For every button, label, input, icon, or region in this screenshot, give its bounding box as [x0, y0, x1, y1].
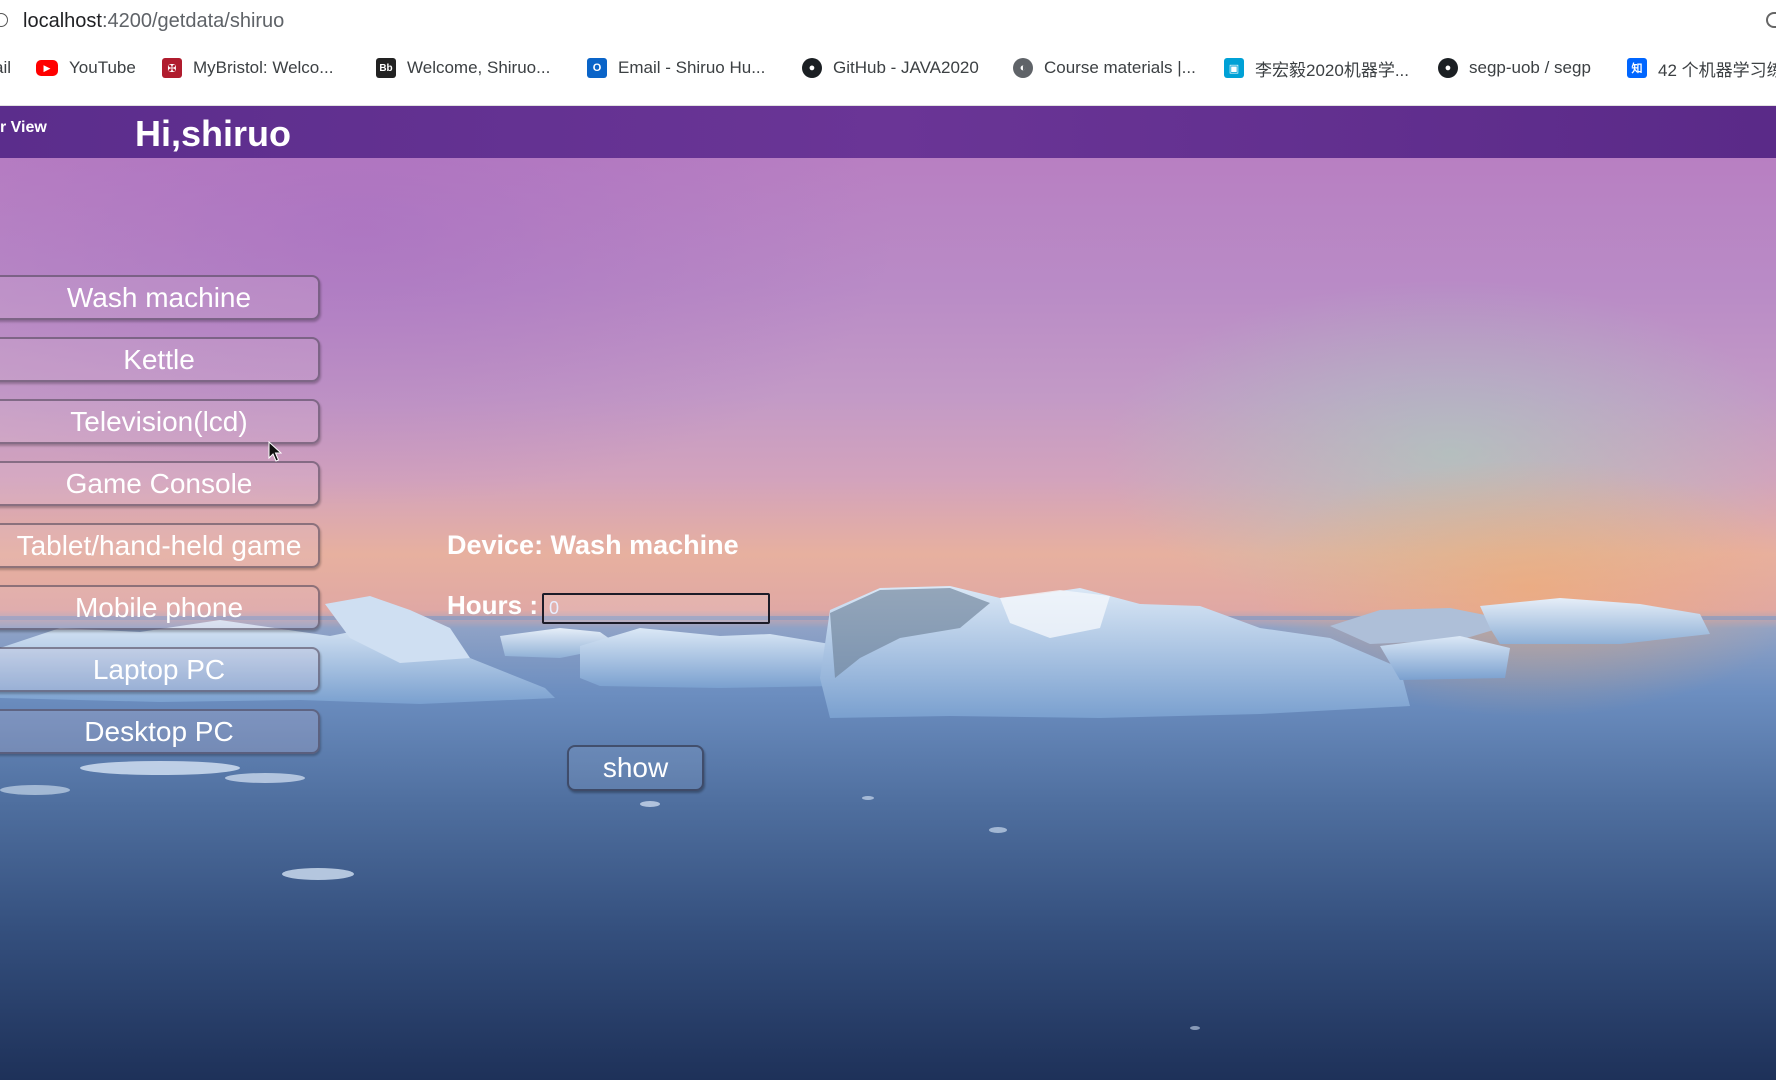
university-crest-icon: ✠ — [162, 58, 182, 78]
device-button-desktop-pc[interactable]: Desktop PC — [0, 709, 320, 754]
bookmark-mybristol[interactable]: ✠ MyBristol: Welco... — [162, 43, 333, 93]
device-button-laptop-pc[interactable]: Laptop PC — [0, 647, 320, 692]
bookmarks-bar: ail ▶ YouTube ✠ MyBristol: Welco... Bb W… — [0, 43, 1776, 106]
bb-icon: Bb — [376, 58, 396, 78]
greeting-title: Hi,shiruo — [135, 113, 292, 154]
show-button[interactable]: show — [567, 745, 704, 791]
bookmark-segp[interactable]: ● segp-uob / segp — [1438, 43, 1591, 93]
bookmark-mail[interactable]: ail — [0, 43, 11, 93]
bookmark-label: segp-uob / segp — [1469, 58, 1591, 77]
site-info-icon[interactable] — [0, 13, 8, 27]
github-icon: ● — [1438, 58, 1458, 78]
zhihu-icon: 知 — [1627, 58, 1647, 78]
device-button-television[interactable]: Television(lcd) — [0, 399, 320, 444]
nav-link-view[interactable]: r View — [0, 119, 47, 137]
url-path: :4200/getdata/shiruo — [101, 10, 285, 32]
bookmark-label: 李宏毅2020机器学... — [1255, 60, 1409, 80]
url-host: localhost — [23, 10, 102, 32]
bookmark-bilibili[interactable]: ▣ 李宏毅2020机器学... — [1224, 43, 1409, 93]
outlook-icon: O — [587, 58, 607, 78]
app-header: r View Hi,shiruo — [0, 106, 1776, 158]
bookmark-label: GitHub - JAVA2020 — [833, 58, 979, 77]
device-button-kettle[interactable]: Kettle — [0, 337, 320, 382]
bookmark-label: MyBristol: Welco... — [193, 58, 334, 77]
device-button-label: Tablet/hand-held game — [16, 529, 302, 561]
bookmark-outlook[interactable]: O Email - Shiruo Hu... — [587, 43, 765, 93]
device-button-mobile-phone[interactable]: Mobile phone — [0, 585, 320, 630]
device-button-label: Game Console — [65, 467, 253, 499]
bookmark-label: 42 个机器学习练 — [1658, 60, 1776, 80]
bookmark-label: Welcome, Shiruo... — [407, 58, 551, 77]
selected-device-label: Device: Wash machine — [447, 530, 739, 560]
bookmark-course-materials[interactable]: ◐ Course materials |... — [1013, 43, 1196, 93]
github-icon: ● — [802, 58, 822, 78]
bookmark-label: YouTube — [69, 58, 136, 77]
bookmark-label: ail — [0, 58, 12, 77]
globe-icon: ◐ — [1013, 58, 1033, 78]
youtube-icon: ▶ — [36, 60, 58, 76]
url-field[interactable]: localhost:4200/getdata/shiruo — [23, 10, 284, 33]
mouse-cursor-icon — [268, 441, 282, 462]
bilibili-icon: ▣ — [1224, 58, 1244, 78]
bookmark-github-java[interactable]: ● GitHub - JAVA2020 — [802, 43, 979, 93]
bookmark-label: Email - Shiruo Hu... — [618, 58, 766, 77]
hours-label: Hours : — [447, 590, 538, 620]
device-button-tablet[interactable]: Tablet/hand-held game — [0, 523, 320, 568]
device-button-label: Television(lcd) — [70, 405, 248, 437]
bookmark-youtube[interactable]: ▶ YouTube — [36, 43, 136, 93]
hours-input[interactable] — [542, 593, 770, 624]
address-bar[interactable]: localhost:4200/getdata/shiruo — [0, 0, 1776, 44]
bookmark-blackboard[interactable]: Bb Welcome, Shiruo... — [376, 43, 550, 93]
device-button-game-console[interactable]: Game Console — [0, 461, 320, 506]
device-button-wash-machine[interactable]: Wash machine — [0, 275, 320, 320]
device-button-label: Laptop PC — [92, 653, 226, 685]
device-button-label: Wash machine — [66, 281, 252, 313]
app-page: localhost:4200/getdata/shiruo ail ▶ YouT… — [0, 0, 1776, 1080]
device-button-label: Desktop PC — [84, 715, 234, 747]
device-button-label: Mobile phone — [74, 591, 244, 623]
bookmark-zhihu[interactable]: 知 42 个机器学习练 — [1627, 43, 1776, 93]
bookmark-label: Course materials |... — [1044, 58, 1196, 77]
device-button-label: Kettle — [123, 343, 195, 375]
extension-icon[interactable] — [1766, 12, 1776, 28]
